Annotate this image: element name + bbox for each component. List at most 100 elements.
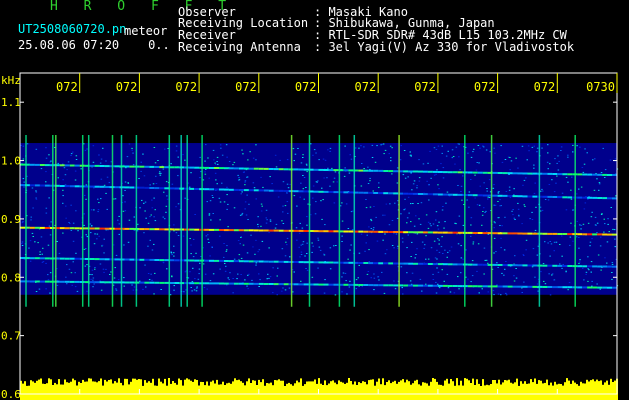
noise-speck [83,213,85,215]
noise-speck [615,195,617,197]
noise-speck [166,268,168,270]
power-bar [118,378,120,400]
noise-speck [391,245,394,246]
noise-speck [402,293,404,295]
noise-speck [529,218,531,220]
power-bar [188,379,190,400]
noise-speck [445,202,447,204]
noise-speck [561,192,564,194]
power-bar [462,385,464,400]
noise-speck [269,220,272,222]
noise-speck [276,294,278,296]
noise-speck [406,247,408,249]
noise-speck [173,245,175,247]
power-bar [440,384,442,400]
power-bar [432,378,434,400]
noise-speck [267,273,269,275]
noise-speck [28,247,30,249]
noise-speck [198,273,200,275]
power-bar [536,383,538,400]
noise-speck [241,149,243,151]
noise-speck [487,291,489,293]
noise-speck [184,271,187,273]
noise-speck [487,198,489,200]
power-bar [84,381,86,400]
noise-speck [501,161,504,163]
x-tick-label: 072 [175,80,197,94]
noise-speck [147,273,150,274]
power-bar [268,383,270,400]
noise-speck [312,245,314,247]
power-bar [482,379,484,400]
noise-speck [472,151,474,153]
noise-speck [192,238,195,240]
noise-speck [97,211,99,213]
noise-speck [579,261,581,263]
power-bar [164,378,166,400]
power-bar [162,383,164,400]
noise-speck [462,175,464,177]
noise-speck [400,266,403,268]
noise-speck [494,222,496,224]
noise-speck [447,251,449,253]
power-bar [202,382,204,400]
noise-speck [75,252,77,254]
noise-speck [91,225,93,227]
noise-speck [587,256,589,258]
noise-speck [191,281,194,283]
power-bar [40,378,42,400]
power-bar [514,382,516,400]
noise-speck [268,232,270,234]
noise-speck [197,278,200,280]
noise-speck [155,175,157,177]
power-bar [100,378,102,400]
noise-speck [457,243,460,245]
noise-speck [494,152,496,154]
noise-speck [140,170,142,172]
noise-speck [207,238,209,240]
noise-speck [175,232,178,234]
noise-speck [419,223,422,225]
noise-speck [611,272,613,273]
noise-speck [534,276,536,278]
noise-speck [284,205,287,207]
noise-speck [223,201,226,203]
noise-speck [65,276,67,278]
noise-speck [317,237,319,239]
power-bar [520,381,522,400]
power-bar [230,383,232,400]
noise-speck [406,222,408,224]
power-bar [494,380,496,400]
noise-speck [115,289,118,291]
noise-speck [521,145,524,147]
noise-speck [424,244,426,246]
noise-speck [173,285,175,287]
noise-speck [458,288,460,290]
power-bar [54,382,56,400]
power-bar [356,385,358,400]
noise-speck [508,189,511,191]
noise-speck [247,159,249,161]
noise-speck [510,160,513,162]
power-bar [72,378,74,400]
noise-speck [42,247,44,249]
noise-speck [217,163,219,165]
x-tick-label: 072 [116,80,138,94]
noise-speck [204,160,206,162]
noise-speck [460,245,462,247]
noise-speck [265,217,267,219]
noise-speck [559,263,561,265]
noise-speck [177,156,179,158]
power-bar [288,382,290,400]
power-bar [456,378,458,400]
noise-speck [587,280,589,282]
power-bar [434,378,436,400]
noise-speck [305,163,308,165]
noise-speck [157,160,159,161]
noise-speck [423,247,425,249]
power-bar [362,381,364,400]
noise-speck [587,222,590,224]
power-bar [304,384,306,400]
power-bar [478,383,480,400]
noise-speck [404,198,406,200]
